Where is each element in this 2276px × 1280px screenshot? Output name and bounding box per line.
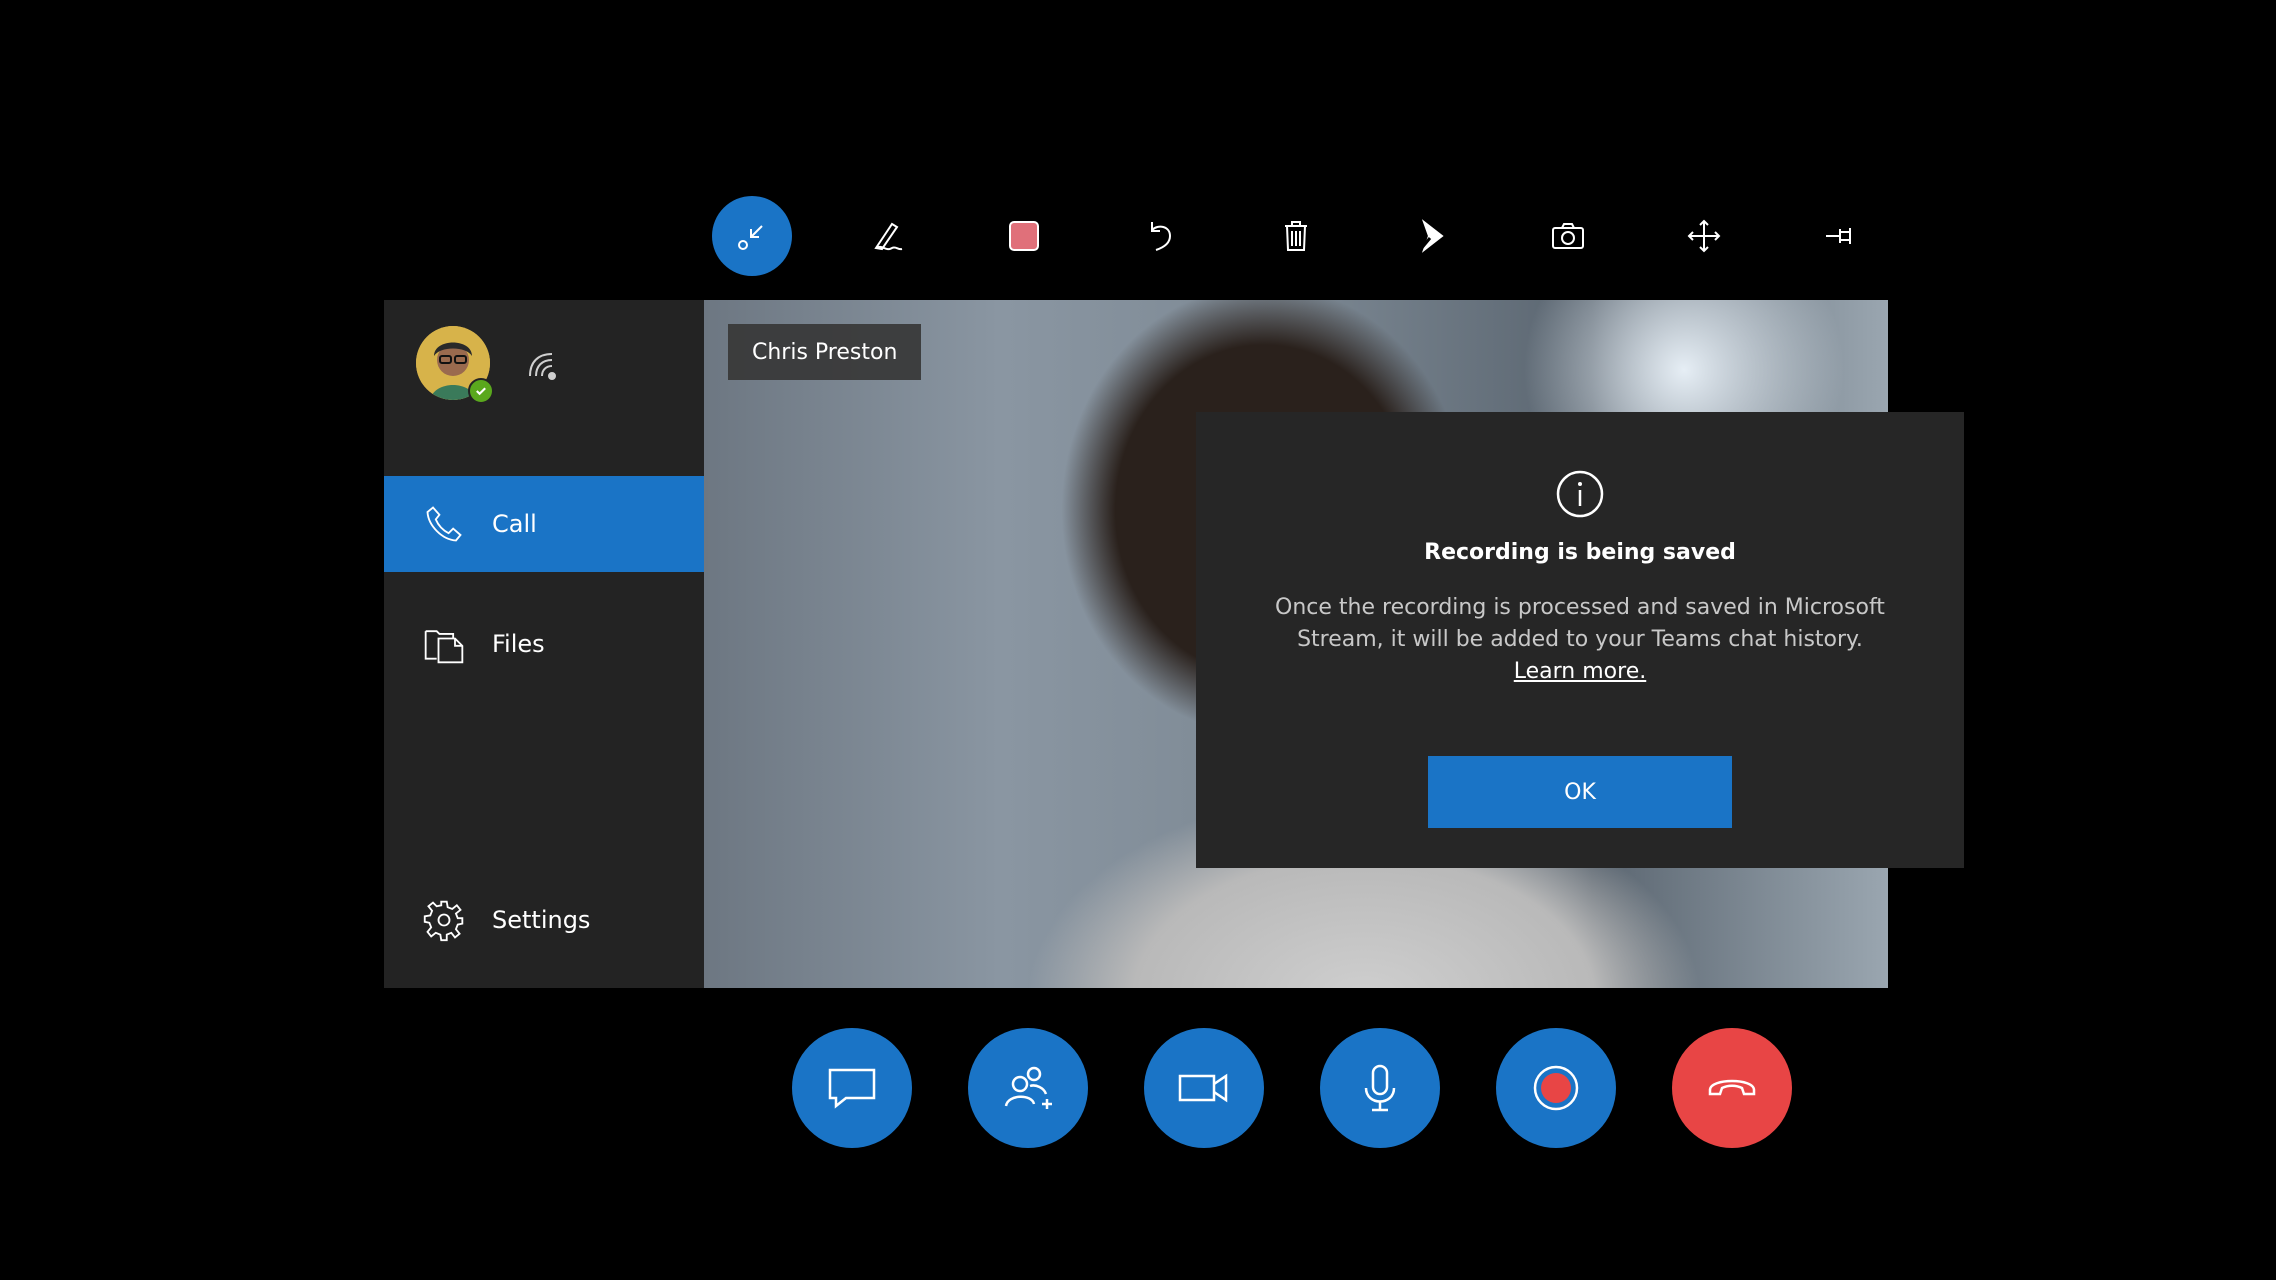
call-controls bbox=[792, 1028, 1792, 1148]
record-icon bbox=[1533, 1065, 1579, 1111]
nav-item-call-label: Call bbox=[492, 510, 537, 538]
ok-button[interactable]: OK bbox=[1428, 756, 1732, 828]
color-swatch-icon bbox=[1009, 221, 1039, 251]
participant-name-tag: Chris Preston bbox=[728, 324, 922, 380]
recording-saved-dialog: Recording is being saved Once the record… bbox=[1196, 412, 1964, 868]
minimize-icon bbox=[738, 225, 763, 250]
pen-icon bbox=[874, 222, 903, 251]
snapshot-button[interactable] bbox=[1528, 196, 1608, 276]
phone-icon bbox=[420, 500, 468, 548]
add-people-icon bbox=[1004, 1066, 1052, 1109]
video-toggle-button[interactable] bbox=[1144, 1028, 1264, 1148]
nav-item-call[interactable]: Call bbox=[384, 476, 704, 572]
add-people-button[interactable] bbox=[968, 1028, 1088, 1148]
nav-item-files-label: Files bbox=[492, 630, 545, 658]
nav-item-files[interactable]: Files bbox=[384, 596, 704, 692]
chat-button[interactable] bbox=[792, 1028, 912, 1148]
nav-item-settings-label: Settings bbox=[492, 906, 591, 934]
move-icon bbox=[1687, 219, 1721, 253]
connection-signal-icon bbox=[529, 353, 556, 380]
mute-button[interactable] bbox=[1320, 1028, 1440, 1148]
pin-icon bbox=[1826, 228, 1851, 244]
move-button[interactable] bbox=[1664, 196, 1744, 276]
video-camera-icon bbox=[1178, 1073, 1228, 1103]
gear-icon bbox=[420, 896, 468, 944]
hang-up-button[interactable] bbox=[1672, 1028, 1792, 1148]
camera-icon bbox=[1552, 223, 1584, 249]
chat-icon bbox=[828, 1068, 876, 1109]
dialog-body: Once the recording is processed and save… bbox=[1256, 592, 1904, 688]
learn-more-link[interactable]: Learn more. bbox=[1514, 656, 1646, 688]
pointer-button[interactable] bbox=[1392, 196, 1472, 276]
minimize-button[interactable] bbox=[712, 196, 792, 276]
sidebar: Call Files Settings bbox=[384, 300, 704, 988]
pen-button[interactable] bbox=[848, 196, 928, 276]
info-icon bbox=[1556, 470, 1604, 518]
delete-button[interactable] bbox=[1256, 196, 1336, 276]
dialog-message: Once the recording is processed and save… bbox=[1275, 595, 1885, 652]
undo-button[interactable] bbox=[1120, 196, 1200, 276]
undo-icon bbox=[1151, 222, 1172, 251]
delete-icon bbox=[1285, 221, 1307, 251]
annotation-toolbar bbox=[712, 196, 1882, 276]
nav-item-settings[interactable]: Settings bbox=[384, 872, 704, 968]
hang-up-icon bbox=[1708, 1079, 1756, 1096]
pin-button[interactable] bbox=[1800, 196, 1880, 276]
microphone-icon bbox=[1364, 1064, 1396, 1112]
arrow-pointer-icon bbox=[1418, 219, 1444, 253]
record-button[interactable] bbox=[1496, 1028, 1616, 1148]
files-icon bbox=[420, 620, 468, 668]
dialog-title: Recording is being saved bbox=[1424, 540, 1736, 565]
presence-available-icon bbox=[468, 378, 494, 404]
color-button[interactable] bbox=[984, 196, 1064, 276]
